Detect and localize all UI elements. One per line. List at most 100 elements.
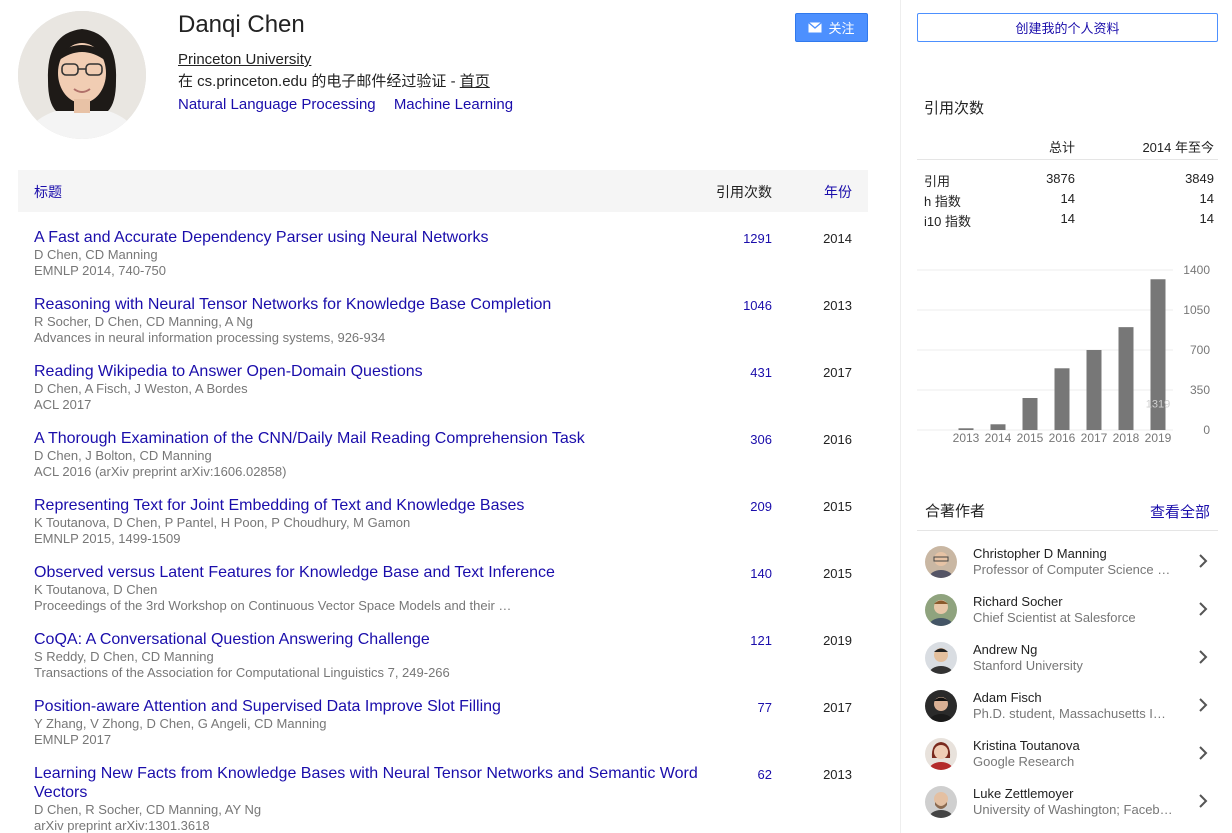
publication-authors: D Chen, CD Manning (34, 247, 158, 262)
publication-venue: Proceedings of the 3rd Workshop on Conti… (34, 598, 512, 613)
publication-year: 2015 (823, 499, 852, 514)
coauthor-affiliation: Ph.D. student, Massachusetts In… (973, 706, 1173, 721)
chevron-right-icon (1199, 794, 1208, 808)
citations-chart-svg: 1400 1050 700 350 0 2013 2014 2015 2016 2017 2018 2… (917, 263, 1210, 445)
table-row: A Fast and Accurate Dependency Parser us… (18, 212, 868, 279)
homepage-link[interactable]: 首页 (460, 73, 490, 90)
stats-since: 3849 (1185, 171, 1214, 186)
table-row: CoQA: A Conversational Question Answerin… (18, 614, 868, 681)
y-tick-label: 0 (1203, 423, 1210, 437)
coauthor-item[interactable]: Andrew Ng Stanford University (917, 637, 1218, 685)
profile-email: 在 cs.princeton.edu 的电子邮件经过验证 - 首页 (178, 70, 490, 91)
coauthor-name: Luke Zettlemoyer (973, 786, 1074, 801)
coauthor-item[interactable]: Adam Fisch Ph.D. student, Massachusetts … (917, 685, 1218, 733)
publication-title[interactable]: A Thorough Examination of the CNN/Daily … (34, 429, 704, 448)
citation-count[interactable]: 140 (750, 566, 772, 581)
publication-year: 2015 (823, 566, 852, 581)
coauthor-item[interactable]: Richard Socher Chief Scientist at Salesf… (917, 589, 1218, 637)
avatar (925, 786, 957, 818)
coauthor-name: Andrew Ng (973, 642, 1038, 657)
chevron-right-icon (1199, 650, 1208, 664)
stats-label[interactable]: i10 指数 (924, 211, 971, 230)
chart-bar[interactable] (1054, 368, 1070, 430)
publication-title[interactable]: Reading Wikipedia to Answer Open-Domain … (34, 362, 704, 381)
avatar (925, 546, 957, 578)
avatar (925, 690, 957, 722)
coauthor-name: Christopher D Manning (973, 546, 1107, 561)
publication-title[interactable]: Reasoning with Neural Tensor Networks fo… (34, 295, 704, 314)
publication-authors: Y Zhang, V Zhong, D Chen, G Angeli, CD M… (34, 716, 327, 731)
stats-row: 引用 3876 3849 (917, 168, 1218, 189)
citation-count[interactable]: 121 (750, 633, 772, 648)
citation-count[interactable]: 1046 (743, 298, 772, 313)
sort-by-title[interactable]: 标题 (34, 182, 62, 202)
x-tick-label: 2018 (1113, 431, 1140, 445)
publication-year: 2016 (823, 432, 852, 447)
citation-count[interactable]: 77 (758, 700, 772, 715)
coauthor-item[interactable]: Christopher D Manning Professor of Compu… (917, 541, 1218, 589)
envelope-icon (808, 22, 823, 33)
stats-row: h 指数 14 14 (917, 188, 1218, 209)
publication-title[interactable]: A Fast and Accurate Dependency Parser us… (34, 228, 704, 247)
publication-authors: D Chen, R Socher, CD Manning, AY Ng (34, 802, 262, 817)
coauthors-divider (917, 530, 1218, 531)
chevron-right-icon (1199, 698, 1208, 712)
citation-count[interactable]: 209 (750, 499, 772, 514)
citations-per-year-chart: 1400 1050 700 350 0 2013 2014 2015 2016 2017 2018 2… (917, 260, 1218, 450)
citation-count[interactable]: 62 (758, 767, 772, 782)
stats-row: i10 指数 14 14 (917, 208, 1218, 230)
stats-col-since: 2014 年至今 (1142, 140, 1214, 155)
citation-stats-table: 总计 2014 年至今 引用 3876 3849 h 指数 14 14 i10 … (917, 132, 1218, 230)
coauthor-affiliation: Stanford University (973, 658, 1083, 673)
publication-title[interactable]: Learning New Facts from Knowledge Bases … (34, 764, 704, 802)
cited-by-heading: 引用次数 (924, 100, 985, 117)
publication-venue: EMNLP 2017 (34, 732, 112, 747)
publications-list: A Fast and Accurate Dependency Parser us… (18, 212, 868, 833)
sort-by-year[interactable]: 年份 (824, 182, 852, 202)
chevron-right-icon (1199, 554, 1208, 568)
x-tick-label: 2014 (985, 431, 1012, 445)
stats-all: 14 (1060, 211, 1075, 226)
coauthor-affiliation: Chief Scientist at Salesforce (973, 610, 1136, 625)
chevron-right-icon (1199, 602, 1208, 616)
publication-title[interactable]: Observed versus Latent Features for Know… (34, 563, 704, 582)
chart-bar[interactable] (990, 424, 1006, 430)
follow-button[interactable]: 关注 (795, 13, 868, 42)
interest-link[interactable]: Natural Language Processing (178, 96, 376, 113)
chart-bar[interactable] (1086, 350, 1102, 430)
publication-title[interactable]: CoQA: A Conversational Question Answerin… (34, 630, 704, 649)
profile-affiliation[interactable]: Princeton University (178, 51, 311, 68)
create-profile-button[interactable]: 创建我的个人资料 (917, 13, 1218, 42)
publication-year: 2019 (823, 633, 852, 648)
publication-year: 2017 (823, 365, 852, 380)
publication-title[interactable]: Representing Text for Joint Embedding of… (34, 496, 704, 515)
publication-year: 2013 (823, 767, 852, 782)
chart-bar[interactable] (1118, 327, 1134, 430)
coauthors-list: Christopher D Manning Professor of Compu… (917, 541, 1218, 829)
x-tick-label: 2013 (953, 431, 980, 445)
chevron-right-icon (1199, 746, 1208, 760)
table-row: Representing Text for Joint Embedding of… (18, 480, 868, 547)
coauthor-affiliation: Professor of Computer Science … (973, 562, 1171, 577)
profile-name: Danqi Chen (178, 11, 305, 38)
coauthor-item[interactable]: Kristina Toutanova Google Research (917, 733, 1218, 781)
citation-count[interactable]: 431 (750, 365, 772, 380)
publication-title[interactable]: Position-aware Attention and Supervised … (34, 697, 704, 716)
citation-count[interactable]: 1291 (743, 231, 772, 246)
publication-year: 2013 (823, 298, 852, 313)
citation-count[interactable]: 306 (750, 432, 772, 447)
follow-label: 关注 (828, 21, 855, 36)
stats-header: 总计 2014 年至今 (917, 132, 1218, 160)
chart-bar[interactable] (1022, 398, 1038, 430)
chart-bar[interactable] (958, 428, 974, 430)
x-tick-label: 2015 (1017, 431, 1044, 445)
coauthor-item[interactable]: Luke Zettlemoyer University of Washingto… (917, 781, 1218, 829)
publication-year: 2017 (823, 700, 852, 715)
bar-hover-label: 1319 (1146, 398, 1170, 410)
view-all-coauthors-link[interactable]: 查看全部 (1150, 501, 1210, 522)
profile-photo (18, 11, 146, 139)
table-row: Reading Wikipedia to Answer Open-Domain … (18, 346, 868, 413)
interest-link[interactable]: Machine Learning (394, 96, 513, 113)
stats-all: 14 (1060, 191, 1075, 206)
stats-all: 3876 (1046, 171, 1075, 186)
